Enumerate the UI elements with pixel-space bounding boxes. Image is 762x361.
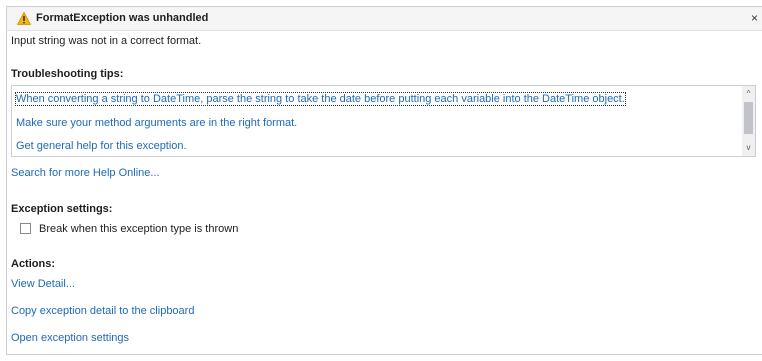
actions-heading: Actions: (11, 258, 55, 270)
exception-dialog: FormatException was unhandled × (6, 6, 762, 355)
close-icon[interactable]: × (751, 11, 762, 25)
break-on-exception-label[interactable]: Break when this exception type is thrown (39, 223, 238, 235)
tip-item[interactable]: Make sure your method arguments are in t… (16, 117, 297, 129)
view-detail-link[interactable]: View Detail... (11, 278, 75, 290)
break-on-exception-checkbox[interactable] (20, 223, 31, 234)
scroll-up-icon[interactable]: ^ (742, 88, 755, 100)
copy-exception-detail-link[interactable]: Copy exception detail to the clipboard (11, 305, 194, 317)
tip-item[interactable]: Get general help for this exception. (16, 140, 187, 152)
exception-settings-heading: Exception settings: (11, 203, 113, 215)
open-exception-settings-link[interactable]: Open exception settings (11, 332, 129, 344)
search-help-online-link[interactable]: Search for more Help Online... (11, 167, 160, 179)
tip-item[interactable]: When converting a string to DateTime, pa… (15, 92, 626, 106)
dialog-title: FormatException was unhandled (36, 12, 209, 24)
troubleshooting-tips-list: When converting a string to DateTime, pa… (11, 85, 756, 157)
tips-scrollbar[interactable]: ^ v (742, 86, 755, 156)
exception-message: Input string was not in a correct format… (11, 35, 202, 47)
troubleshooting-heading: Troubleshooting tips: (11, 68, 124, 80)
scroll-down-icon[interactable]: v (742, 142, 755, 154)
dialog-titlebar: FormatException was unhandled × (7, 7, 762, 31)
warning-icon (17, 12, 31, 25)
scroll-thumb[interactable] (744, 102, 753, 134)
